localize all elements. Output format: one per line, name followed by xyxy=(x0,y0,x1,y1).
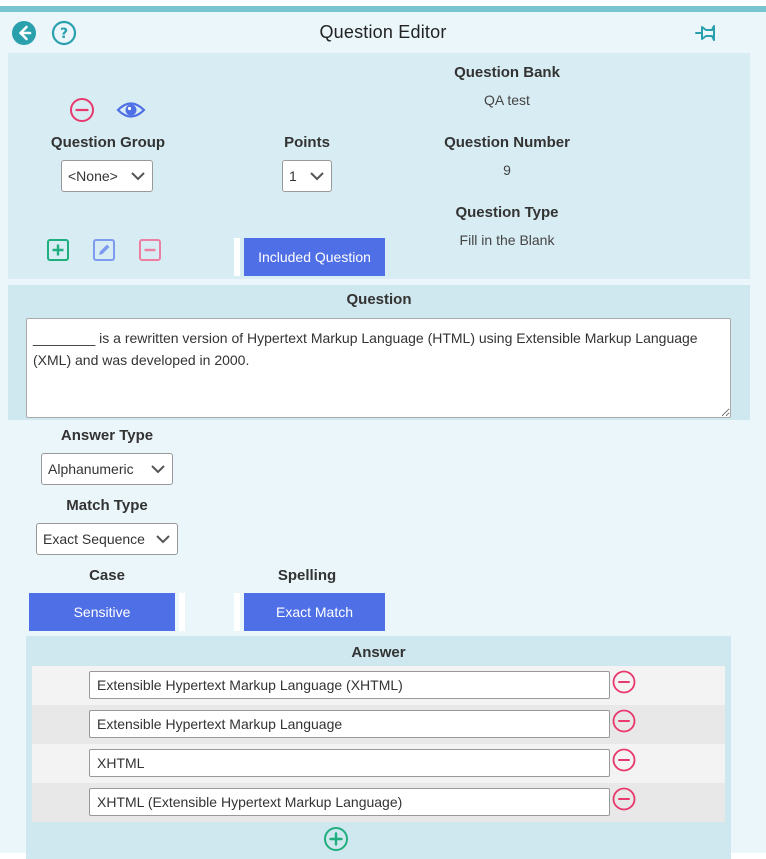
points-select[interactable]: 1 xyxy=(282,160,332,192)
question-group-select[interactable]: <None> xyxy=(61,160,153,192)
chevron-down-icon xyxy=(151,465,165,474)
answer-input[interactable] xyxy=(89,710,610,738)
match-type-value: Exact Sequence xyxy=(43,531,145,547)
question-settings-panel: Question Group <None> Points 1 Question … xyxy=(8,53,750,279)
page-title: Question Editor xyxy=(319,22,447,42)
answer-input[interactable] xyxy=(89,788,610,816)
answer-input[interactable] xyxy=(89,749,610,777)
chevron-down-icon xyxy=(310,172,324,181)
case-sensitive-button[interactable]: Sensitive xyxy=(29,593,175,631)
remove-question-icon[interactable] xyxy=(69,97,95,123)
answer-row xyxy=(32,744,725,783)
chevron-down-icon xyxy=(131,172,145,181)
question-number-value: 9 xyxy=(503,162,511,178)
question-number-label: Question Number xyxy=(444,134,570,151)
question-text-input[interactable]: ________ is a rewritten version of Hyper… xyxy=(26,318,731,418)
add-group-icon[interactable] xyxy=(46,238,70,262)
remove-answer-icon[interactable] xyxy=(612,709,636,733)
included-question-button[interactable]: Included Question xyxy=(244,238,385,276)
spelling-toggle-stub xyxy=(234,593,240,631)
spelling-label: Spelling xyxy=(277,567,337,584)
preview-eye-icon[interactable] xyxy=(116,99,146,121)
question-label: Question xyxy=(346,291,412,308)
points-label: Points xyxy=(284,134,330,151)
case-toggle-stub xyxy=(179,593,185,631)
question-bank-label: Question Bank xyxy=(454,64,560,81)
question-group-label: Question Group xyxy=(50,134,166,151)
answer-row xyxy=(32,705,725,744)
delete-group-icon[interactable] xyxy=(138,238,162,262)
question-bank-value: QA test xyxy=(484,92,530,108)
case-label: Case xyxy=(89,567,125,584)
edit-group-icon[interactable] xyxy=(92,238,116,262)
answer-row xyxy=(32,666,725,705)
answer-type-label: Answer Type xyxy=(60,427,154,444)
pin-icon[interactable] xyxy=(693,21,719,47)
answer-input[interactable] xyxy=(89,671,610,699)
answer-type-select[interactable]: Alphanumeric xyxy=(41,453,173,485)
add-answer-icon[interactable] xyxy=(323,826,349,852)
question-group-value: <None> xyxy=(68,168,118,184)
answer-row xyxy=(32,783,725,822)
question-type-label: Question Type xyxy=(455,204,559,221)
remove-answer-icon[interactable] xyxy=(612,748,636,772)
answer-label: Answer xyxy=(351,644,406,661)
spelling-exact-match-button[interactable]: Exact Match xyxy=(244,593,385,631)
toggle-divider xyxy=(234,238,240,276)
question-type-value: Fill in the Blank xyxy=(459,232,555,248)
match-type-select[interactable]: Exact Sequence xyxy=(36,523,178,555)
points-value: 1 xyxy=(289,168,297,184)
answer-type-value: Alphanumeric xyxy=(48,461,134,477)
chevron-down-icon xyxy=(156,535,170,544)
header-bar: ? Question Editor xyxy=(0,12,766,58)
remove-answer-icon[interactable] xyxy=(612,787,636,811)
remove-answer-icon[interactable] xyxy=(612,670,636,694)
match-type-label: Match Type xyxy=(66,497,148,514)
editor-frame: ? Question Editor Question Group <None> … xyxy=(0,6,766,859)
